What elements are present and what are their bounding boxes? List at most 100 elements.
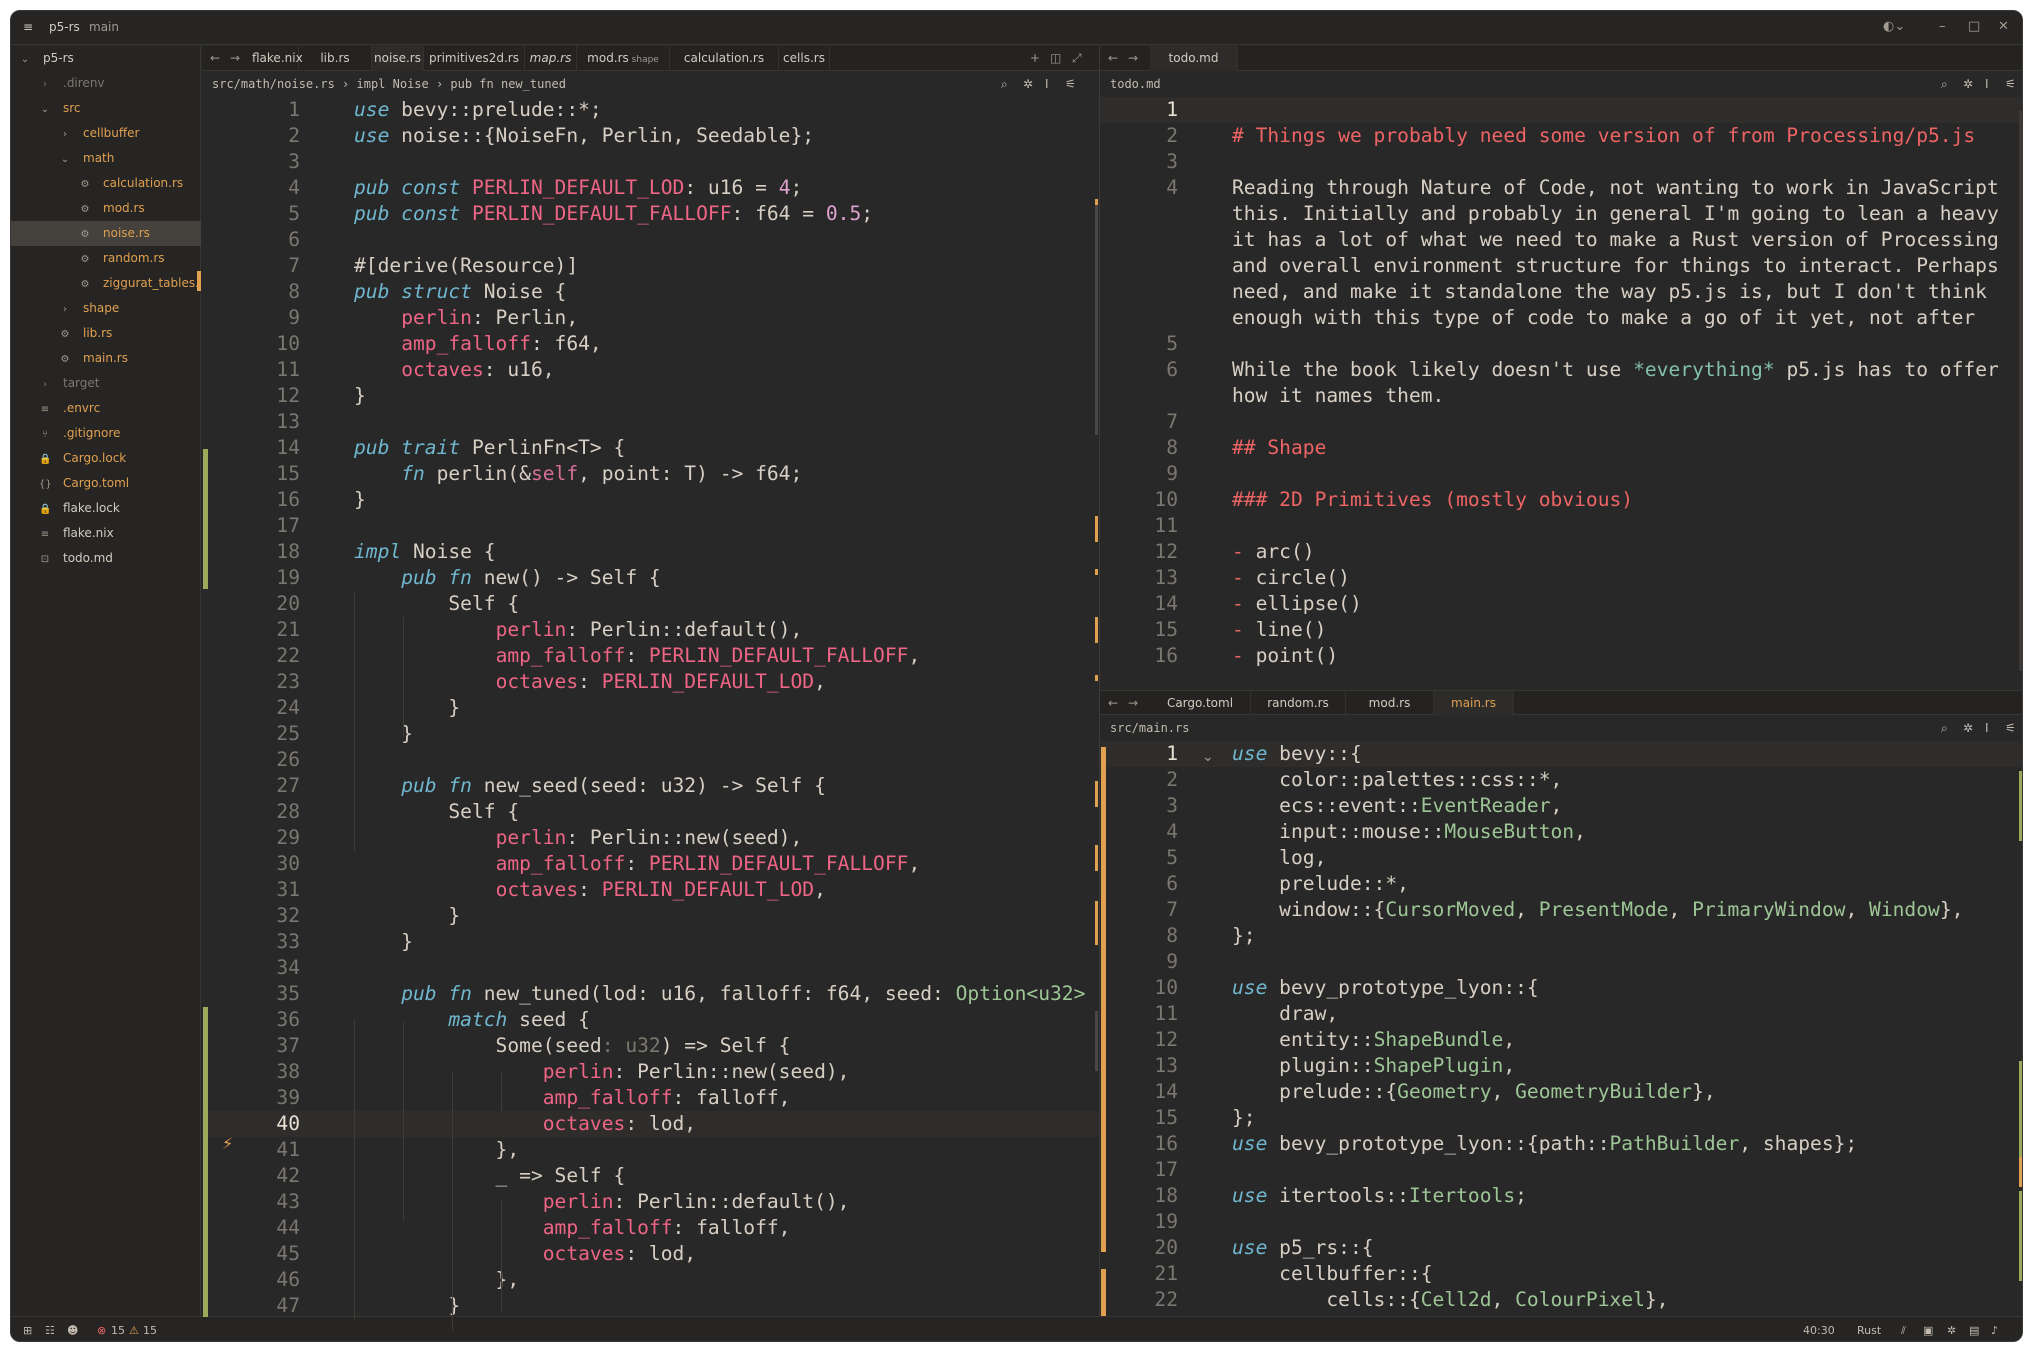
code-line[interactable]: 19 pub fn new() -> Self { (202, 565, 1099, 591)
code-line[interactable]: 39 amp_falloff: falloff, (202, 1085, 1099, 1111)
code-line[interactable]: 14 - ellipse() (1100, 591, 2022, 617)
code-line[interactable]: 3 (202, 149, 1099, 175)
code-line[interactable]: 15 fn perlin(&self, point: T) -> f64; (202, 461, 1099, 487)
tab-primitives2d-rs[interactable]: primitives2d.rs (424, 46, 525, 71)
code-line[interactable]: 25 } (202, 721, 1099, 747)
code-line[interactable]: 11 octaves: u16, (202, 357, 1099, 383)
tab-mod-rs[interactable]: mod.rs (1346, 691, 1434, 716)
code-line[interactable]: 16} (202, 487, 1099, 513)
collab-icon[interactable]: ☻ (67, 1324, 78, 1337)
code-line[interactable]: 4 input::mouse::MouseButton, (1100, 819, 2022, 845)
code-line[interactable]: 5 pub const PERLIN_DEFAULT_FALLOFF: f64 =… (202, 201, 1099, 227)
code-line[interactable]: 1 use bevy::prelude::*; (202, 97, 1099, 123)
code-line[interactable]: 10 amp_falloff: f64, (202, 331, 1099, 357)
code-line[interactable]: 17 (1100, 1157, 2022, 1183)
tree-item[interactable]: › shape (11, 296, 201, 321)
cursor-icon[interactable]: I (1985, 716, 1989, 741)
avatar[interactable]: ◐⌄ (1883, 19, 1905, 34)
tree-item[interactable]: ⌄ p5-rs (11, 46, 201, 71)
breadcrumb[interactable]: src/math/noise.rs › impl Noise › pub fn … (212, 72, 1092, 97)
code-line[interactable]: 21 cellbuffer::{ (1100, 1261, 2022, 1287)
tree-item[interactable]: ⚙ mod.rs (11, 196, 201, 221)
back-arrow-icon[interactable]: ← (1108, 46, 1118, 71)
code-line[interactable]: 10 ### 2D Primitives (mostly obvious) (1100, 487, 2022, 513)
code-line[interactable]: 46 }, (202, 1267, 1099, 1293)
new-tab-icon[interactable]: + (1030, 46, 1040, 71)
code-line[interactable]: 22 cells::{Cell2d, ColourPixel}, (1100, 1287, 2022, 1313)
tree-item[interactable]: ⚙ main.rs (11, 346, 201, 371)
language-mode[interactable]: Rust (1857, 1324, 1881, 1337)
code-line[interactable]: 8}; (1100, 923, 2022, 949)
tree-item[interactable]: ⚙ random.rs (11, 246, 201, 271)
forward-arrow-icon[interactable]: → (1128, 46, 1138, 71)
code-line[interactable]: 7 #[derive(Resource)] (202, 253, 1099, 279)
tree-item[interactable]: 🔒 Cargo.lock (11, 446, 201, 471)
settings-icon[interactable]: ⚟ (1065, 72, 1076, 97)
code-line[interactable]: 14 pub trait PerlinFn<T> { (202, 435, 1099, 461)
search-icon[interactable]: ⌕ (1941, 72, 1948, 97)
tab-random-rs[interactable]: random.rs (1251, 691, 1346, 716)
tree-item[interactable]: ⚙ ziggurat_tables.rs (11, 271, 201, 296)
code-line[interactable]: 33 } (202, 929, 1099, 955)
tree-item[interactable]: ⚙ lib.rs (11, 321, 201, 346)
code-line[interactable]: 13 plugin::ShapePlugin, (1100, 1053, 2022, 1079)
code-line[interactable]: 23 octaves: PERLIN_DEFAULT_LOD, (202, 669, 1099, 695)
code-line[interactable]: 27 pub fn new_seed(seed: u32) -> Self { (202, 773, 1099, 799)
chat-icon[interactable]: ▤ (1969, 1324, 1979, 1337)
breadcrumb[interactable]: todo.md (1110, 72, 1410, 97)
tree-item[interactable]: ⌄ src (11, 96, 201, 121)
main-editor[interactable]: 1 use bevy::{2 color::palettes::css::*, 3 … (1100, 741, 2022, 1316)
code-line[interactable]: 2 use noise::{NoiseFn, Perlin, Seedable}; (202, 123, 1099, 149)
tree-item[interactable]: ⚙ noise.rs (11, 221, 201, 246)
code-line[interactable]: 44 amp_falloff: falloff, (202, 1215, 1099, 1241)
code-line[interactable]: and overall environment structure for th… (1100, 253, 2022, 279)
code-line[interactable]: 21 perlin: Perlin::default(), (202, 617, 1099, 643)
code-line[interactable]: 12 entity::ShapeBundle, (1100, 1027, 2022, 1053)
tab-Cargo-toml[interactable]: Cargo.toml (1150, 691, 1251, 716)
menu-icon[interactable]: ≡ (23, 20, 33, 34)
code-line[interactable]: enough with this type of code to make a … (1100, 305, 2022, 331)
code-line[interactable]: 15}; (1100, 1105, 2022, 1131)
tree-item[interactable]: ⊡ todo.md (11, 546, 201, 571)
tree-item[interactable]: 🔒 flake.lock (11, 496, 201, 521)
code-line[interactable]: 12} (202, 383, 1099, 409)
tree-item[interactable]: ≡ .envrc (11, 396, 201, 421)
code-line[interactable]: 45 octaves: lod, (202, 1241, 1099, 1267)
code-line[interactable]: 30 amp_falloff: PERLIN_DEFAULT_FALLOFF, (202, 851, 1099, 877)
code-line[interactable]: 38 perlin: Perlin::new(seed), (202, 1059, 1099, 1085)
tree-item[interactable]: {} Cargo.toml (11, 471, 201, 496)
code-action-icon[interactable]: ⚡ (222, 1134, 233, 1153)
minimize-icon[interactable]: – (1939, 19, 1946, 34)
code-line[interactable]: 7 window::{CursorMoved, PresentMode, Pri… (1100, 897, 2022, 923)
tree-item[interactable]: ⌄ math (11, 146, 201, 171)
code-line[interactable]: 2 # Things we probably need some version … (1100, 123, 2022, 149)
search-icon[interactable]: ⌕ (1941, 716, 1948, 741)
code-line[interactable]: 41 }, (202, 1137, 1099, 1163)
code-line[interactable]: 8 ## Shape (1100, 435, 2022, 461)
code-line[interactable]: 16 - point() (1100, 643, 2022, 669)
code-line[interactable]: need, and make it standalone the way p5.… (1100, 279, 2022, 305)
tab-calculation-rs[interactable]: calculation.rs (670, 46, 779, 71)
warning-icon[interactable]: ⚠ (129, 1324, 139, 1337)
code-line[interactable]: 4 pub const PERLIN_DEFAULT_LOD: u16 = 4; (202, 175, 1099, 201)
tab-noise-rs[interactable]: noise.rs (372, 46, 424, 71)
cursor-icon[interactable]: I (1045, 72, 1049, 97)
code-line[interactable]: 9 (1100, 461, 2022, 487)
forward-arrow-icon[interactable]: → (230, 46, 240, 71)
code-line[interactable]: 13 (202, 409, 1099, 435)
code-line[interactable]: this. Initially and probably in general … (1100, 201, 2022, 227)
code-line[interactable]: 47 } (202, 1293, 1099, 1316)
code-line[interactable]: 28 Self { (202, 799, 1099, 825)
expand-icon[interactable]: ⤢ (1072, 46, 1082, 71)
code-line[interactable]: 31 octaves: PERLIN_DEFAULT_LOD, (202, 877, 1099, 903)
tree-item[interactable]: ≡ flake.nix (11, 521, 201, 546)
code-line[interactable]: 42 _ => Self { (202, 1163, 1099, 1189)
code-line[interactable]: 1 use bevy::{ (1100, 741, 2022, 767)
error-count[interactable]: 15 (111, 1324, 125, 1337)
code-line[interactable]: 6 prelude::*, (1100, 871, 2022, 897)
code-line[interactable]: 16 use bevy_prototype_lyon::{path::PathBu… (1100, 1131, 2022, 1157)
code-line[interactable]: 9 perlin: Perlin, (202, 305, 1099, 331)
code-line[interactable]: 22 amp_falloff: PERLIN_DEFAULT_FALLOFF, (202, 643, 1099, 669)
code-line[interactable]: 29 perlin: Perlin::new(seed), (202, 825, 1099, 851)
assist-icon[interactable]: ✲ (1023, 72, 1033, 97)
